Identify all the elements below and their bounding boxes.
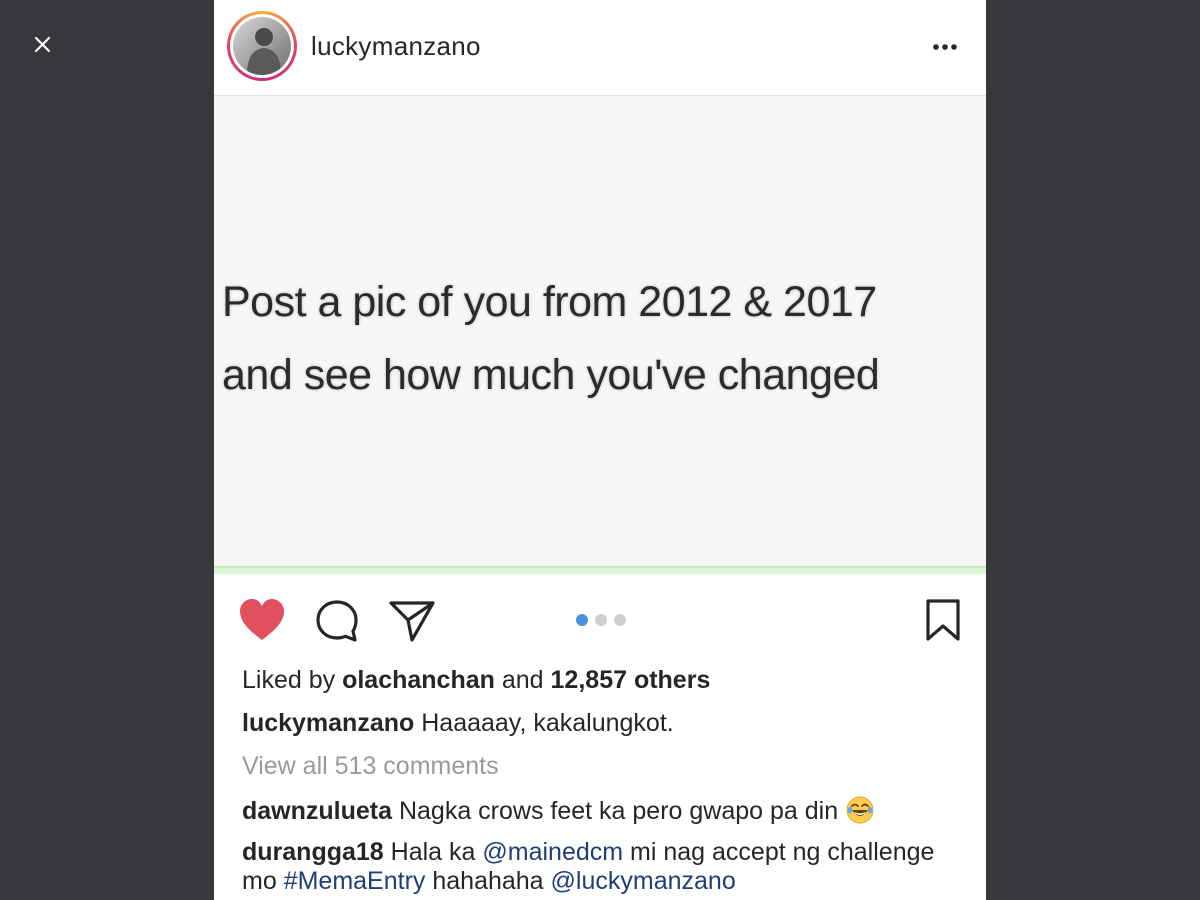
post-card: luckymanzano Post a pic of you from 2012…: [214, 0, 986, 900]
mention-link[interactable]: @luckymanzano: [551, 867, 736, 895]
close-button[interactable]: [28, 30, 56, 58]
avatar[interactable]: [227, 11, 297, 81]
hashtag-link[interactable]: #MemaEntry: [284, 867, 426, 895]
action-bar: [214, 574, 986, 666]
comment-text: Hala ka: [390, 838, 476, 866]
caption: luckymanzano Haaaaay, kakalungkot.: [242, 709, 966, 738]
likes-count-link[interactable]: 12,857 others: [551, 666, 711, 694]
caption-text: Haaaaay, kakalungkot.: [421, 709, 674, 737]
view-all-comments-link[interactable]: View all 513 comments: [242, 752, 966, 781]
more-options-icon: [933, 44, 957, 50]
post-header: luckymanzano: [214, 0, 986, 96]
comment-item: dawnzulueta Nagka crows feet ka pero gwa…: [242, 795, 966, 826]
person-silhouette-icon: [247, 28, 281, 75]
carousel-dot: [576, 614, 588, 626]
comment-text: hahahaha: [432, 867, 544, 895]
avatar-photo: [233, 17, 291, 75]
bookmark-icon: [926, 599, 960, 641]
comment-username[interactable]: durangga18: [242, 838, 384, 866]
share-icon: [389, 601, 435, 642]
liked-by-user-link[interactable]: olachanchan: [342, 666, 495, 694]
comment-text: Nagka crows feet ka pero gwapo pa din: [398, 797, 839, 825]
comment-item: durangga18 Hala ka @mainedcm mi nag acce…: [242, 838, 966, 896]
more-options-button[interactable]: [932, 38, 958, 56]
image-text-line-2: and see how much you've changed: [222, 351, 880, 399]
likes-conjunction: and: [501, 666, 544, 694]
image-text-line-1: Post a pic of you from 2012 & 2017: [222, 278, 877, 326]
image-edge-strip: [214, 566, 986, 574]
likes-prefix: Liked by: [242, 666, 336, 694]
like-button[interactable]: [238, 598, 286, 647]
laughing-emoji-icon: [846, 796, 874, 824]
share-button[interactable]: [388, 598, 436, 647]
caption-username[interactable]: luckymanzano: [242, 709, 414, 737]
post-image[interactable]: Post a pic of you from 2012 & 2017 and s…: [214, 96, 986, 574]
comment-button[interactable]: [314, 598, 360, 649]
carousel-indicator: [576, 614, 626, 626]
post-details: Liked by olachanchan and 12,857 others l…: [214, 666, 986, 896]
close-icon: [34, 36, 51, 53]
heart-icon: [240, 599, 284, 640]
carousel-dot: [595, 614, 607, 626]
save-button[interactable]: [924, 598, 962, 647]
mention-link[interactable]: @mainedcm: [482, 838, 623, 866]
comment-username[interactable]: dawnzulueta: [242, 797, 392, 825]
comment-icon: [316, 600, 358, 642]
carousel-dot: [614, 614, 626, 626]
likes-line: Liked by olachanchan and 12,857 others: [242, 666, 966, 695]
post-username[interactable]: luckymanzano: [311, 31, 481, 62]
